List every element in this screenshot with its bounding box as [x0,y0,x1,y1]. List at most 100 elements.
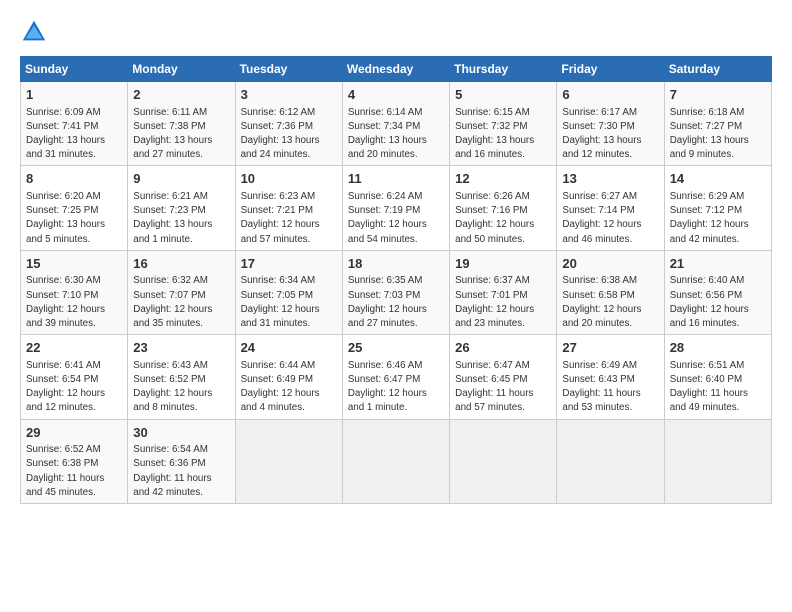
day-info: Sunrise: 6:15 AMSunset: 7:32 PMDaylight:… [455,107,534,161]
day-info: Sunrise: 6:29 AMSunset: 7:12 PMDaylight:… [670,191,749,245]
day-number: 13 [562,170,658,188]
table-row: 24 Sunrise: 6:44 AMSunset: 6:49 PMDayligh… [235,335,342,419]
day-info: Sunrise: 6:37 AMSunset: 7:01 PMDaylight:… [455,275,534,329]
day-info: Sunrise: 6:41 AMSunset: 6:54 PMDaylight:… [26,360,105,414]
day-info: Sunrise: 6:49 AMSunset: 6:43 PMDaylight:… [562,360,640,414]
table-row: 5 Sunrise: 6:15 AMSunset: 7:32 PMDaylight… [450,82,557,166]
day-number: 26 [455,339,551,357]
header-row: Sunday Monday Tuesday Wednesday Thursday… [21,57,772,82]
day-number: 18 [348,255,444,273]
table-row: 19 Sunrise: 6:37 AMSunset: 7:01 PMDayligh… [450,250,557,334]
day-number: 4 [348,86,444,104]
day-info: Sunrise: 6:11 AMSunset: 7:38 PMDaylight:… [133,107,212,161]
day-number: 24 [241,339,337,357]
table-row: 14Sunrise: 6:29 AMSunset: 7:12 PMDayligh… [664,166,771,250]
day-info: Sunrise: 6:26 AMSunset: 7:16 PMDaylight:… [455,191,534,245]
table-row: 26 Sunrise: 6:47 AMSunset: 6:45 PMDayligh… [450,335,557,419]
table-row: 6 Sunrise: 6:17 AMSunset: 7:30 PMDaylight… [557,82,664,166]
day-number: 9 [133,170,229,188]
day-number: 20 [562,255,658,273]
day-number: 10 [241,170,337,188]
day-number: 21 [670,255,766,273]
table-row: 9Sunrise: 6:21 AMSunset: 7:23 PMDaylight… [128,166,235,250]
day-info: Sunrise: 6:30 AMSunset: 7:10 PMDaylight:… [26,275,105,329]
calendar-week: 29 Sunrise: 6:52 AMSunset: 6:38 PMDayligh… [21,419,772,503]
table-row: 7 Sunrise: 6:18 AMSunset: 7:27 PMDaylight… [664,82,771,166]
calendar-week: 8Sunrise: 6:20 AMSunset: 7:25 PMDaylight… [21,166,772,250]
day-number: 30 [133,424,229,442]
col-saturday: Saturday [664,57,771,82]
table-row: 23 Sunrise: 6:43 AMSunset: 6:52 PMDayligh… [128,335,235,419]
day-info: Sunrise: 6:34 AMSunset: 7:05 PMDaylight:… [241,275,320,329]
calendar-week: 15 Sunrise: 6:30 AMSunset: 7:10 PMDayligh… [21,250,772,334]
day-number: 28 [670,339,766,357]
table-row: 25 Sunrise: 6:46 AMSunset: 6:47 PMDayligh… [342,335,449,419]
day-info: Sunrise: 6:24 AMSunset: 7:19 PMDaylight:… [348,191,427,245]
header [20,18,772,46]
day-info: Sunrise: 6:40 AMSunset: 6:56 PMDaylight:… [670,275,749,329]
day-info: Sunrise: 6:17 AMSunset: 7:30 PMDaylight:… [562,107,641,161]
day-info: Sunrise: 6:47 AMSunset: 6:45 PMDaylight:… [455,360,533,414]
table-row [235,419,342,503]
table-row: 18 Sunrise: 6:35 AMSunset: 7:03 PMDayligh… [342,250,449,334]
col-sunday: Sunday [21,57,128,82]
day-info: Sunrise: 6:18 AMSunset: 7:27 PMDaylight:… [670,107,749,161]
calendar-table: Sunday Monday Tuesday Wednesday Thursday… [20,56,772,504]
day-info: Sunrise: 6:09 AMSunset: 7:41 PMDaylight:… [26,107,105,161]
day-info: Sunrise: 6:35 AMSunset: 7:03 PMDaylight:… [348,275,427,329]
table-row [664,419,771,503]
table-row: 11 Sunrise: 6:24 AMSunset: 7:19 PMDayligh… [342,166,449,250]
day-info: Sunrise: 6:12 AMSunset: 7:36 PMDaylight:… [241,107,320,161]
table-row: 3 Sunrise: 6:12 AMSunset: 7:36 PMDaylight… [235,82,342,166]
day-info: Sunrise: 6:52 AMSunset: 6:38 PMDaylight:… [26,444,104,498]
day-number: 15 [26,255,122,273]
table-row: 15 Sunrise: 6:30 AMSunset: 7:10 PMDayligh… [21,250,128,334]
day-number: 16 [133,255,229,273]
table-row: 12 Sunrise: 6:26 AMSunset: 7:16 PMDayligh… [450,166,557,250]
day-number: 12 [455,170,551,188]
logo-icon [20,18,48,46]
day-number: 3 [241,86,337,104]
day-number: 8 [26,170,122,188]
day-number: 2 [133,86,229,104]
day-number: 23 [133,339,229,357]
day-number: 19 [455,255,551,273]
table-row: 16 Sunrise: 6:32 AMSunset: 7:07 PMDayligh… [128,250,235,334]
day-info: Sunrise: 6:54 AMSunset: 6:36 PMDaylight:… [133,444,211,498]
day-info: Sunrise: 6:27 AMSunset: 7:14 PMDaylight:… [562,191,641,245]
table-row [450,419,557,503]
day-info: Sunrise: 6:44 AMSunset: 6:49 PMDaylight:… [241,360,320,414]
day-info: Sunrise: 6:23 AMSunset: 7:21 PMDaylight:… [241,191,320,245]
day-info: Sunrise: 6:43 AMSunset: 6:52 PMDaylight:… [133,360,212,414]
table-row: 30 Sunrise: 6:54 AMSunset: 6:36 PMDayligh… [128,419,235,503]
day-info: Sunrise: 6:14 AMSunset: 7:34 PMDaylight:… [348,107,427,161]
day-number: 11 [348,170,444,188]
day-info: Sunrise: 6:51 AMSunset: 6:40 PMDaylight:… [670,360,748,414]
table-row: 8Sunrise: 6:20 AMSunset: 7:25 PMDaylight… [21,166,128,250]
calendar-week: 22Sunrise: 6:41 AMSunset: 6:54 PMDayligh… [21,335,772,419]
table-row: 4 Sunrise: 6:14 AMSunset: 7:34 PMDaylight… [342,82,449,166]
table-row: 20 Sunrise: 6:38 AMSunset: 6:58 PMDayligh… [557,250,664,334]
col-friday: Friday [557,57,664,82]
page: Sunday Monday Tuesday Wednesday Thursday… [0,0,792,612]
day-number: 5 [455,86,551,104]
table-row: 10 Sunrise: 6:23 AMSunset: 7:21 PMDayligh… [235,166,342,250]
day-info: Sunrise: 6:38 AMSunset: 6:58 PMDaylight:… [562,275,641,329]
day-number: 29 [26,424,122,442]
col-monday: Monday [128,57,235,82]
table-row: 1 Sunrise: 6:09 AMSunset: 7:41 PMDaylight… [21,82,128,166]
day-number: 7 [670,86,766,104]
day-info: Sunrise: 6:32 AMSunset: 7:07 PMDaylight:… [133,275,212,329]
day-number: 1 [26,86,122,104]
col-wednesday: Wednesday [342,57,449,82]
col-tuesday: Tuesday [235,57,342,82]
day-number: 6 [562,86,658,104]
table-row: 17Sunrise: 6:34 AMSunset: 7:05 PMDayligh… [235,250,342,334]
table-row [557,419,664,503]
day-number: 25 [348,339,444,357]
table-row: 22Sunrise: 6:41 AMSunset: 6:54 PMDayligh… [21,335,128,419]
day-info: Sunrise: 6:46 AMSunset: 6:47 PMDaylight:… [348,360,427,414]
table-row: 29 Sunrise: 6:52 AMSunset: 6:38 PMDayligh… [21,419,128,503]
table-row [342,419,449,503]
calendar-week: 1 Sunrise: 6:09 AMSunset: 7:41 PMDaylight… [21,82,772,166]
